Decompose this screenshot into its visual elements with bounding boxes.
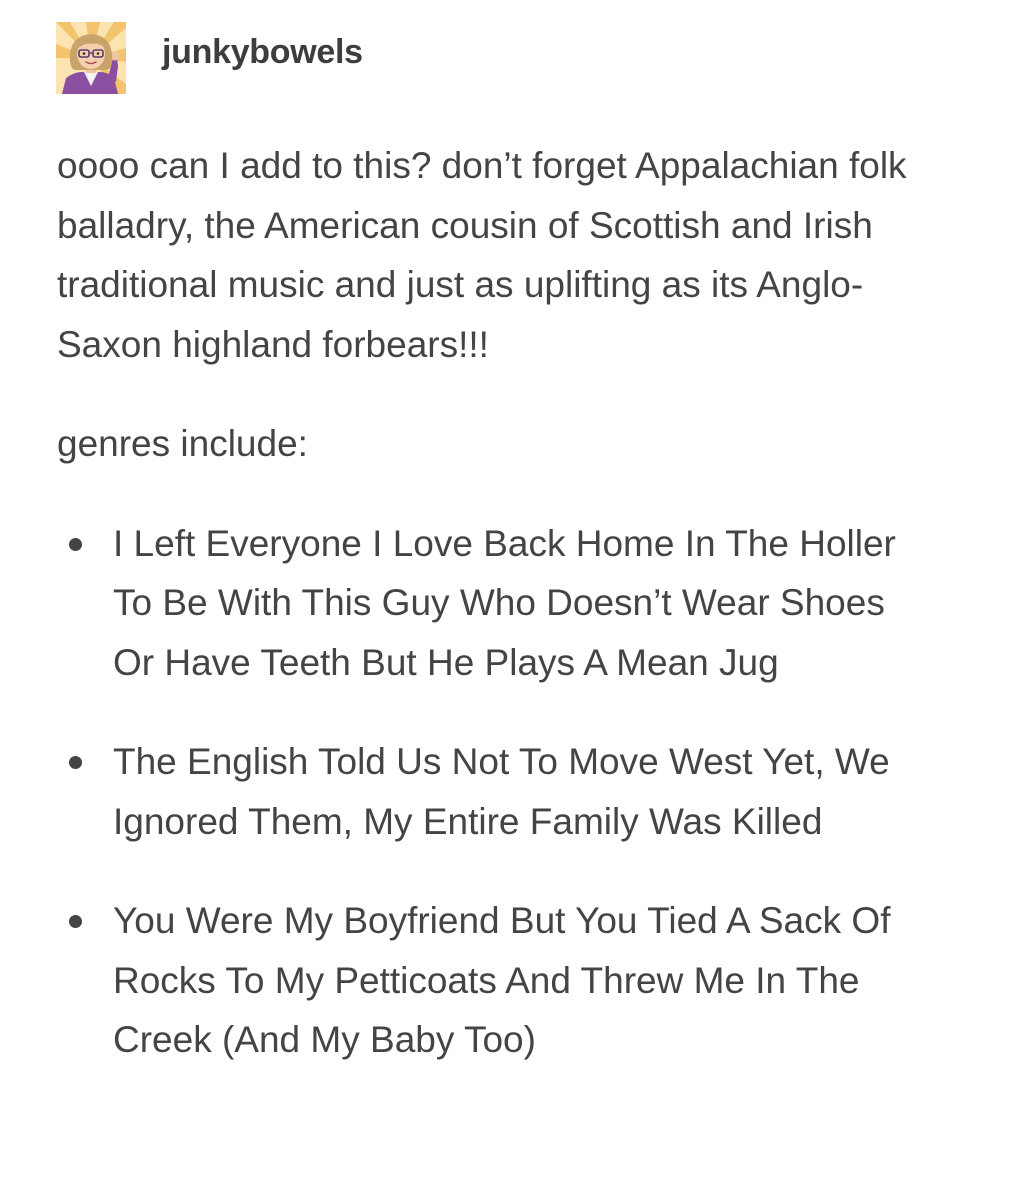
list-item: You Were My Boyfriend But You Tied A Sac… [57, 891, 903, 1070]
tumblr-post: junkybowels oooo can I add to this? don’… [0, 0, 1009, 1200]
list-item: The English Told Us Not To Move West Yet… [57, 732, 903, 851]
post-body: oooo can I add to this? don’t forget App… [57, 136, 957, 1110]
list-item: I Left Everyone I Love Back Home In The … [57, 514, 903, 693]
username-link[interactable]: junkybowels [162, 33, 363, 72]
bullet-icon [69, 756, 82, 769]
bullet-icon [69, 537, 82, 551]
genres-intro-text: genres include: [57, 423, 308, 464]
bullet-icon [69, 915, 82, 928]
post-intro-text: oooo can I add to this? don’t forget App… [57, 145, 907, 365]
genre-text: You Were My Boyfriend But You Tied A Sac… [113, 900, 891, 1060]
post-header: junkybowels [56, 22, 363, 94]
genre-list: I Left Everyone I Love Back Home In The … [57, 514, 957, 1070]
genre-text: I Left Everyone I Love Back Home In The … [113, 522, 896, 683]
genre-text: The English Told Us Not To Move West Yet… [113, 741, 890, 842]
bitmoji-avatar-icon[interactable] [56, 22, 126, 94]
